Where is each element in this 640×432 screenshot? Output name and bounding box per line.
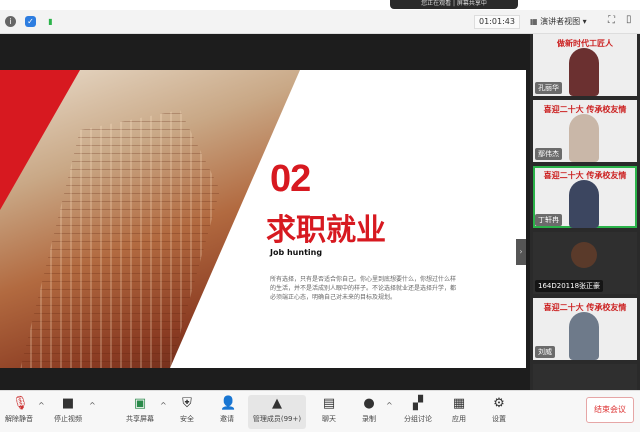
- manage-members-button[interactable]: ▲ 管理成员(99+): [248, 395, 306, 429]
- shield-icon[interactable]: ✓: [25, 16, 36, 27]
- record-icon: ●: [363, 396, 375, 411]
- participant-name: 164D20118张正豪: [535, 280, 604, 292]
- shield-icon: ⛨: [182, 396, 192, 411]
- members-icon: ▲: [272, 396, 282, 411]
- view-switch[interactable]: ▦ 演讲者视图 ▾: [530, 15, 600, 29]
- chevron-up-icon[interactable]: ^: [89, 401, 96, 410]
- end-meeting-button[interactable]: 结束会议: [586, 397, 634, 423]
- label: 管理成员(99+): [252, 415, 302, 423]
- apps-button[interactable]: ▦ 应用: [446, 395, 472, 429]
- signal-icon[interactable]: ▮: [45, 16, 56, 27]
- chevron-down-icon: ▾: [582, 17, 587, 26]
- unmute-button[interactable]: 🎙 解除静音: [2, 395, 36, 429]
- participant-tile[interactable]: 喜迎二十大 传承校友情 刘威: [533, 298, 637, 360]
- layout-icon: ▦: [530, 17, 541, 26]
- participant-tile[interactable]: 喜迎二十大 传承校友情 鄢伟杰: [533, 100, 637, 162]
- security-button[interactable]: ⛨ 安全: [174, 395, 200, 429]
- info-icon[interactable]: i: [5, 16, 16, 27]
- label: 应用: [452, 415, 466, 423]
- chat-icon: ▤: [322, 396, 336, 411]
- label: 录制: [362, 415, 376, 423]
- settings-button[interactable]: ⚙ 设置: [486, 395, 512, 429]
- breakout-icon: ▞: [413, 396, 423, 411]
- label: 聊天: [322, 415, 336, 423]
- participant-tile-speaking[interactable]: 喜迎二十大 传承校友情 丁轩冉: [533, 166, 637, 228]
- invite-button[interactable]: 👤 邀请: [214, 395, 240, 429]
- slide-title: 求职就业: [266, 213, 386, 248]
- chat-button[interactable]: ▤ 聊天: [316, 395, 342, 429]
- slide-body: 所有选择，只有是否适合你自己。你心里到底想要什么，你想过什么样的生活，并不是活成…: [270, 276, 457, 301]
- invite-user-icon: 👤: [220, 396, 237, 411]
- chevron-up-icon[interactable]: ^: [160, 401, 167, 410]
- participant-tile[interactable]: [533, 364, 637, 390]
- avatar: [571, 242, 597, 268]
- label: 解除静音: [5, 415, 33, 423]
- chevron-up-icon[interactable]: ^: [38, 401, 45, 410]
- label: 安全: [180, 415, 194, 423]
- participant-name: 刘威: [535, 346, 555, 358]
- meeting-toolbar: 🎙 解除静音 ^ ■ 停止视频 ^ ▣ 共享屏幕 ^ ⛨ 安全 👤 邀请 ▲ 管理成员(99…: [0, 390, 640, 432]
- participant-name: 丁轩冉: [535, 214, 562, 226]
- participant-name: 鄢伟杰: [535, 148, 562, 160]
- label: 共享屏幕: [126, 415, 154, 423]
- collapse-sidebar-button[interactable]: ›: [516, 239, 526, 265]
- fullscreen-icon[interactable]: ⛶: [608, 15, 615, 26]
- label: 停止视频: [54, 415, 82, 423]
- participant-name: 孔丽华: [535, 82, 562, 94]
- label: 分组讨论: [404, 415, 432, 423]
- slide-number: 02: [270, 158, 311, 200]
- share-screen-icon: ▣: [133, 396, 147, 411]
- slide-subtitle: Job hunting: [270, 248, 323, 257]
- apps-icon: ▦: [452, 396, 466, 411]
- gear-icon: ⚙: [493, 396, 505, 411]
- top-bar: i ✓ ▮ 01:01:43 ▦ 演讲者视图 ▾ ⛶ ▯: [0, 10, 640, 34]
- label: 设置: [492, 415, 506, 423]
- label: 邀请: [220, 415, 234, 423]
- participant-list: 做新时代工匠人 孔丽华 喜迎二十大 传承校友情 鄢伟杰 喜迎二十大 传承校友情 丁轩冉…: [530, 34, 640, 390]
- chevron-up-icon[interactable]: ^: [386, 401, 393, 410]
- sidebar-toggle-icon[interactable]: ▯: [626, 14, 632, 25]
- share-screen-button[interactable]: ▣ 共享屏幕: [122, 395, 158, 429]
- presentation-slide: 02 求职就业 Job hunting 所有选择，只有是否适合你自己。你心里到底…: [0, 70, 526, 368]
- view-label: 演讲者视图: [540, 17, 581, 26]
- mic-muted-icon: 🎙: [12, 396, 29, 411]
- participant-tile[interactable]: 做新时代工匠人 孔丽华: [533, 34, 637, 96]
- stop-video-button[interactable]: ■ 停止视频: [50, 395, 86, 429]
- camera-icon: ■: [61, 396, 75, 411]
- record-button[interactable]: ● 录制: [356, 395, 382, 429]
- meeting-timer: 01:01:43: [474, 15, 520, 29]
- breakout-rooms-button[interactable]: ▞ 分组讨论: [398, 395, 438, 429]
- sharing-banner[interactable]: 您正在观看 | 屏幕共享中: [390, 0, 518, 9]
- participant-tile[interactable]: 164D20118张正豪: [533, 232, 637, 294]
